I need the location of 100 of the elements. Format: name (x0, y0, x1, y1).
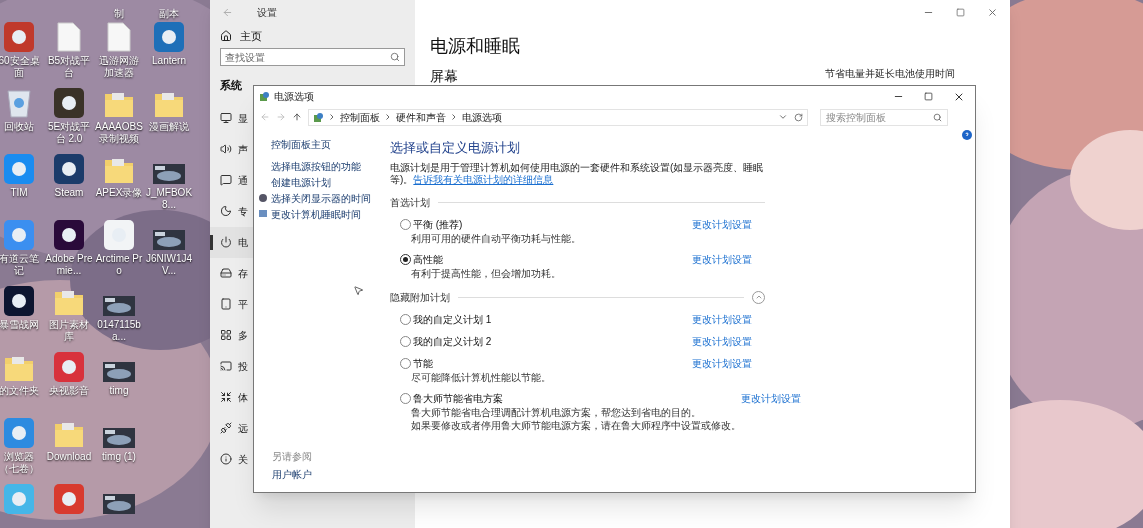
desktop-icon-label[interactable]: B5对战平台 (45, 55, 93, 79)
desktop-icon-label[interactable]: J_MFBOK8... (145, 187, 193, 211)
nav-item[interactable]: 关 (210, 443, 253, 475)
desktop-icon-label[interactable]: Adobe Premie... (45, 253, 93, 277)
folder-icon (4, 354, 34, 382)
desktop-icon-label[interactable]: 迅游网游加速器 (95, 55, 143, 79)
desktop-icon-label[interactable]: 制 (114, 8, 124, 20)
up-icon[interactable] (292, 112, 302, 122)
sidebar-link[interactable]: 创建电源计划 (271, 174, 331, 190)
plan-name: 节能 (413, 356, 433, 371)
home-icon (220, 30, 232, 42)
sidebar-link[interactable]: 更改计算机睡眠时间 (271, 206, 361, 222)
address-bar[interactable]: 控制面板 硬件和声音 电源选项 (308, 108, 808, 126)
desktop-icon-label[interactable]: 漫画解说 (145, 121, 193, 133)
nav-item[interactable]: 声 (210, 133, 253, 165)
plan-settings-link[interactable]: 更改计划设置 (692, 333, 752, 347)
maximize-icon[interactable] (956, 7, 965, 17)
desktop-icon-label[interactable]: TIM (0, 187, 43, 199)
radio-button[interactable] (400, 218, 411, 230)
nav-item[interactable]: 显 (210, 102, 253, 134)
description: 电源计划是用于管理计算机如何使用电源的一套硬件和系统设置(如显示器亮度、睡眠等)。告诉我有关电源计划的详细信息 (390, 161, 765, 186)
plan-description: 鲁大师节能省电合理调配计算机电源方案，帮您达到省电的目的。 (410, 405, 702, 419)
dropdown-icon[interactable] (778, 112, 788, 122)
plan-description: 尽可能降低计算机性能以节能。 (410, 370, 551, 384)
sidebar-link[interactable]: 选择关闭显示器的时间 (271, 190, 371, 206)
desktop-icon-label[interactable]: AAAAOBS录制视频 (95, 121, 143, 145)
nav-item[interactable]: 电 (210, 226, 253, 258)
file-icon (107, 22, 131, 52)
nav-item[interactable]: 存 (210, 257, 253, 289)
plan-description: 如果要修改或者停用鲁大师节能电源方案，请在鲁大师程序中设置或修改。 (410, 418, 741, 432)
plan-settings-link[interactable]: 更改计划设置 (692, 251, 752, 265)
recycle-bin-icon (6, 88, 32, 118)
breadcrumb-item[interactable]: 电源选项 (462, 109, 502, 125)
tablet-icon (220, 298, 232, 310)
desktop-icon-label[interactable]: 回收站 (0, 121, 43, 133)
window-title: 设置 (257, 5, 277, 20)
selection-bar (210, 234, 213, 250)
radio-button[interactable] (400, 335, 411, 347)
search-icon (933, 112, 942, 122)
breadcrumb-item[interactable]: 控制面板 (340, 109, 380, 125)
help-link[interactable]: 告诉我有关电源计划的详细信息 (413, 173, 554, 185)
thumbnail-icon (153, 164, 185, 184)
nav-item[interactable]: 平 (210, 288, 253, 320)
thumbnail-icon (103, 296, 135, 316)
desktop-icon-label[interactable]: Lantern (145, 55, 193, 67)
plan-settings-link[interactable]: 更改计划设置 (692, 355, 752, 369)
desktop-icon-label[interactable]: 5E对战平台 2.0 (45, 121, 93, 145)
side-note: 节省电量并延长电池使用时间 (825, 67, 955, 81)
search-field[interactable]: 搜索控制面板 (820, 108, 948, 126)
search-field[interactable]: 查找设置 (220, 48, 405, 66)
desktop-icon-label[interactable]: 0147115ba... (95, 319, 143, 343)
plan-settings-link[interactable]: 更改计划设置 (692, 311, 752, 325)
desktop-icon-label[interactable]: APEX录像 (95, 187, 143, 199)
sidebar-link[interactable]: 选择电源按钮的功能 (271, 158, 361, 174)
info-icon (220, 453, 232, 465)
thumbnail-icon (103, 362, 135, 382)
window-title: 电源选项 (274, 90, 314, 104)
folder-icon (154, 90, 184, 118)
desktop-icon-label[interactable]: J6NIW1J4V... (145, 253, 193, 277)
plan-settings-link[interactable]: 更改计划设置 (692, 216, 752, 230)
radio-button[interactable] (400, 313, 411, 325)
thumbnail-icon (103, 428, 135, 448)
radio-button[interactable] (400, 392, 411, 404)
arrows-icon (220, 391, 232, 403)
breadcrumb-item[interactable]: 硬件和声音 (396, 109, 446, 125)
nav-item[interactable]: 体 (210, 381, 253, 413)
refresh-icon[interactable] (794, 112, 803, 122)
home-link[interactable]: 主页 (240, 27, 262, 45)
nav-item[interactable]: 通 (210, 164, 253, 196)
sidebar-link[interactable]: 用户帐户 (258, 467, 385, 482)
file-icon (57, 22, 81, 52)
back-icon[interactable] (260, 112, 270, 122)
page-heading: 选择或自定义电源计划 (390, 139, 521, 157)
desktop-icon-label[interactable]: Arctime Pro (95, 253, 143, 277)
forward-icon[interactable] (276, 112, 286, 122)
nav-item[interactable]: 远 (210, 412, 253, 444)
sidebar-link[interactable]: 控制面板主页 (271, 136, 331, 152)
folder-icon (104, 156, 134, 184)
plan-name: 我的自定义计划 1 (413, 312, 492, 327)
chevron-icon (452, 114, 456, 120)
radio-button[interactable] (400, 357, 411, 369)
thumbnail-icon (153, 230, 185, 250)
nav-item[interactable]: 投 (210, 350, 253, 382)
maximize-icon[interactable] (924, 92, 933, 101)
nav-item[interactable]: 专 (210, 195, 253, 227)
back-icon[interactable] (222, 6, 233, 18)
plan-name: 我的自定义计划 2 (413, 334, 492, 349)
desktop-icon-label[interactable]: 副本 (159, 8, 179, 20)
radio-button[interactable] (400, 253, 411, 265)
desktop-icon-label[interactable]: Steam (45, 187, 93, 199)
search-icon (390, 52, 400, 62)
grid-icon (220, 329, 232, 341)
plan-settings-link[interactable]: 更改计划设置 (741, 390, 801, 404)
help-icon[interactable] (962, 130, 972, 140)
drive-icon (220, 267, 232, 279)
folder-icon (54, 288, 84, 316)
subheading: 屏幕 (430, 67, 459, 86)
page-heading: 电源和睡眠 (430, 35, 520, 58)
nav-item[interactable]: 多 (210, 319, 253, 351)
desktop-icon-label[interactable]: 有道云笔记 (0, 253, 43, 277)
